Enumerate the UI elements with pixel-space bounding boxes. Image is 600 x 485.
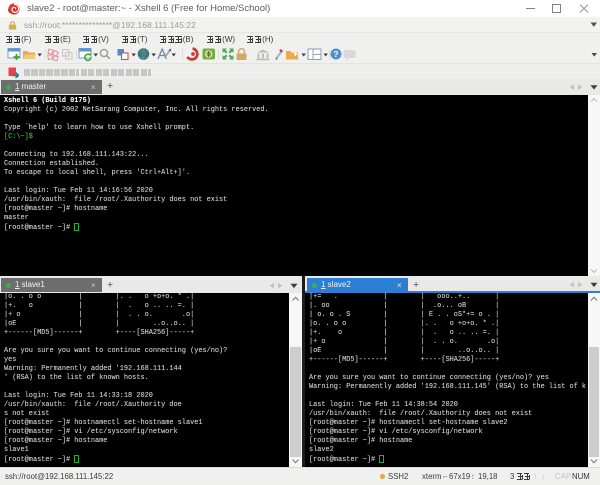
svg-text:?: ? xyxy=(333,49,338,59)
